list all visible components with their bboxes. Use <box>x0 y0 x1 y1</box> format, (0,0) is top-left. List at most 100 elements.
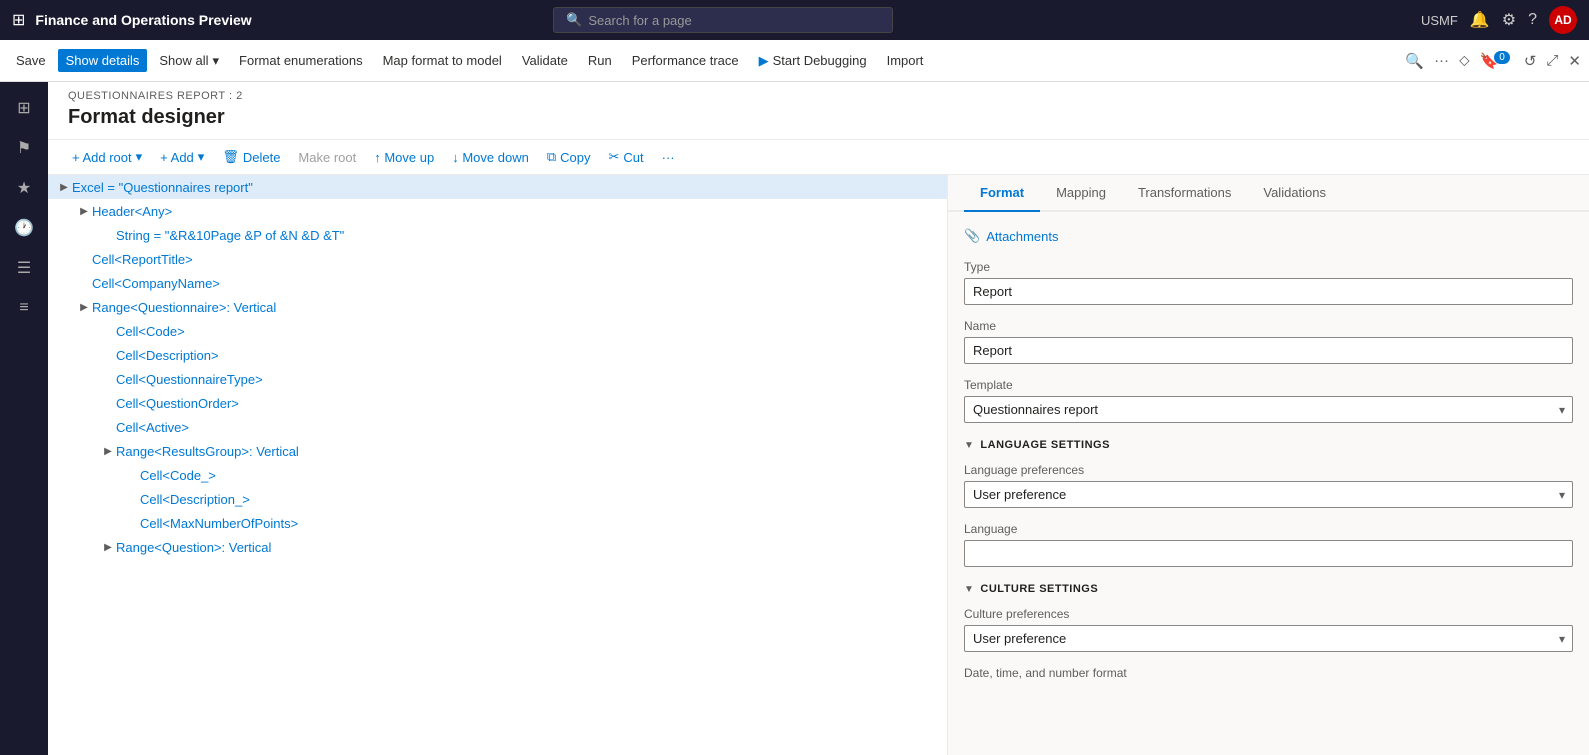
move-up-button[interactable]: ↑ Move up <box>366 145 442 170</box>
tree-item[interactable]: ▶ Cell<Description_> <box>48 487 947 511</box>
tree-item-label: Cell<MaxNumberOfPoints> <box>140 516 298 531</box>
culture-pref-label: Culture preferences <box>964 607 1573 621</box>
sidebar-item-recent[interactable]: 🕐 <box>6 210 42 246</box>
bookmark-icon[interactable]: 🔖0 <box>1480 52 1514 70</box>
tree-item[interactable]: ▶ Cell<MaxNumberOfPoints> <box>48 511 947 535</box>
debug-icon: ▶ <box>759 53 769 69</box>
tree-item[interactable]: ▶ Cell<Description> <box>48 343 947 367</box>
language-settings-header[interactable]: ▼ LANGUAGE SETTINGS <box>964 439 1573 451</box>
show-all-button[interactable]: Show all ▾ <box>151 49 227 73</box>
add-button[interactable]: + Add ▾ <box>152 144 212 170</box>
add-root-button[interactable]: + Add root ▾ <box>64 144 150 170</box>
content-area: QUESTIONNAIRES REPORT : 2 Format designe… <box>48 82 1589 755</box>
date-time-label: Date, time, and number format <box>964 666 1573 680</box>
tree-item[interactable]: ▶ Cell<Active> <box>48 415 947 439</box>
sidebar-item-favorites[interactable]: ★ <box>6 170 42 206</box>
close-icon[interactable]: ✕ <box>1568 52 1581 70</box>
refresh-icon[interactable]: ↺ <box>1524 52 1537 70</box>
show-details-button[interactable]: Show details <box>58 49 148 72</box>
tab-transformations[interactable]: Transformations <box>1122 175 1247 212</box>
tree-item-label: Cell<Active> <box>116 420 189 435</box>
expand-icon[interactable]: ⤢ <box>1546 52 1558 69</box>
sidebar-item-filter[interactable]: ⚑ <box>6 130 42 166</box>
cut-icon: ✂ <box>608 149 619 165</box>
tree-item[interactable]: ▶ Cell<Code> <box>48 319 947 343</box>
cut-button[interactable]: ✂ Cut <box>600 144 651 170</box>
tree-item[interactable]: ▶ Range<Question>: Vertical <box>48 535 947 559</box>
tree-item[interactable]: ▶ Cell<QuestionOrder> <box>48 391 947 415</box>
type-input[interactable] <box>964 278 1573 305</box>
attachments-button[interactable]: 📎 Attachments <box>964 228 1573 244</box>
template-select-wrapper: Questionnaires report ▾ <box>964 396 1573 423</box>
grid-icon[interactable]: ⊞ <box>12 10 25 30</box>
notification-icon[interactable]: 🔔 <box>1470 10 1490 30</box>
user-label: USMF <box>1421 13 1458 28</box>
start-debugging-button[interactable]: ▶ Start Debugging <box>751 49 875 73</box>
template-select[interactable]: Questionnaires report <box>964 396 1573 423</box>
lang-pref-select[interactable]: User preference <box>964 481 1573 508</box>
tree-item-label: Cell<Code> <box>116 324 185 339</box>
settings-icon[interactable]: ⚙ <box>1502 10 1516 30</box>
tree-toggle[interactable]: ▶ <box>76 299 92 315</box>
tree-item[interactable]: ▶ Range<ResultsGroup>: Vertical <box>48 439 947 463</box>
name-input[interactable] <box>964 337 1573 364</box>
search-bar[interactable]: 🔍 Search for a page <box>553 7 893 33</box>
import-button[interactable]: Import <box>879 49 932 72</box>
tab-validations[interactable]: Validations <box>1247 175 1342 212</box>
run-button[interactable]: Run <box>580 49 620 72</box>
sidebar-item-home[interactable]: ⊞ <box>6 90 42 126</box>
drag-handle[interactable] <box>943 175 947 755</box>
add-root-chevron: ▾ <box>136 149 143 165</box>
tree-toggle[interactable]: ▶ <box>76 203 92 219</box>
tab-mapping[interactable]: Mapping <box>1040 175 1122 212</box>
make-root-label: Make root <box>298 150 356 165</box>
tree-item-label: Excel = "Questionnaires report" <box>72 180 253 195</box>
more-options-icon[interactable]: ··· <box>1434 52 1449 69</box>
language-label: Language <box>964 522 1573 536</box>
collapse-icon: ▼ <box>964 584 974 595</box>
culture-settings-header[interactable]: ▼ CULTURE SETTINGS <box>964 583 1573 595</box>
performance-trace-button[interactable]: Performance trace <box>624 49 747 72</box>
tree-item[interactable]: ▶ String = "&R&10Page &P of &N &D &T" <box>48 223 947 247</box>
lang-pref-label: Language preferences <box>964 463 1573 477</box>
help-icon[interactable]: ? <box>1528 11 1537 29</box>
avatar[interactable]: AD <box>1549 6 1577 34</box>
sidebar-item-modules[interactable]: ≡ <box>6 290 42 326</box>
search-small-icon[interactable]: 🔍 <box>1405 52 1424 70</box>
tree-item-label: String = "&R&10Page &P of &N &D &T" <box>116 228 344 243</box>
tree-item[interactable]: ▶ Cell<QuestionnaireType> <box>48 367 947 391</box>
debug-label: Start Debugging <box>773 53 867 68</box>
culture-pref-select[interactable]: User preference <box>964 625 1573 652</box>
culture-pref-group: Culture preferences User preference ▾ <box>964 607 1573 652</box>
collapse-icon: ▼ <box>964 440 974 451</box>
tree-item[interactable]: ▶ Cell<Code_> <box>48 463 947 487</box>
tree-toggle[interactable]: ▶ <box>100 539 116 555</box>
tree-item[interactable]: ▶ Excel = "Questionnaires report" <box>48 175 947 199</box>
format-enumerations-button[interactable]: Format enumerations <box>231 49 371 72</box>
sidebar-item-workspaces[interactable]: ☰ <box>6 250 42 286</box>
move-down-button[interactable]: ↓ Move down <box>444 145 537 170</box>
tree-item[interactable]: ▶ Header<Any> <box>48 199 947 223</box>
tree-item[interactable]: ▶ Range<Questionnaire>: Vertical <box>48 295 947 319</box>
language-input[interactable] <box>964 540 1573 567</box>
delete-button[interactable]: 🗑 Delete <box>214 144 288 170</box>
name-label: Name <box>964 319 1573 333</box>
delete-icon: 🗑 <box>222 149 239 165</box>
copy-label: Copy <box>560 150 590 165</box>
diamond-icon[interactable]: ⬦ <box>1459 52 1470 69</box>
tab-format[interactable]: Format <box>964 175 1040 212</box>
more-button[interactable]: ··· <box>654 145 683 170</box>
map-format-button[interactable]: Map format to model <box>375 49 510 72</box>
app-title: Finance and Operations Preview <box>35 12 543 28</box>
tree-toggle[interactable]: ▶ <box>100 443 116 459</box>
second-toolbar: Save Show details Show all ▾ Format enum… <box>0 40 1589 82</box>
tree-toggle[interactable]: ▶ <box>56 179 72 195</box>
validate-button[interactable]: Validate <box>514 49 576 72</box>
language-settings-label: LANGUAGE SETTINGS <box>980 439 1110 451</box>
tree-item[interactable]: ▶ Cell<CompanyName> <box>48 271 947 295</box>
tree-item[interactable]: ▶ Cell<ReportTitle> <box>48 247 947 271</box>
top-nav: ⊞ Finance and Operations Preview 🔍 Searc… <box>0 0 1589 40</box>
save-button[interactable]: Save <box>8 49 54 72</box>
copy-button[interactable]: ⧉ Copy <box>539 144 599 170</box>
page-header: QUESTIONNAIRES REPORT : 2 Format designe… <box>48 82 1589 140</box>
